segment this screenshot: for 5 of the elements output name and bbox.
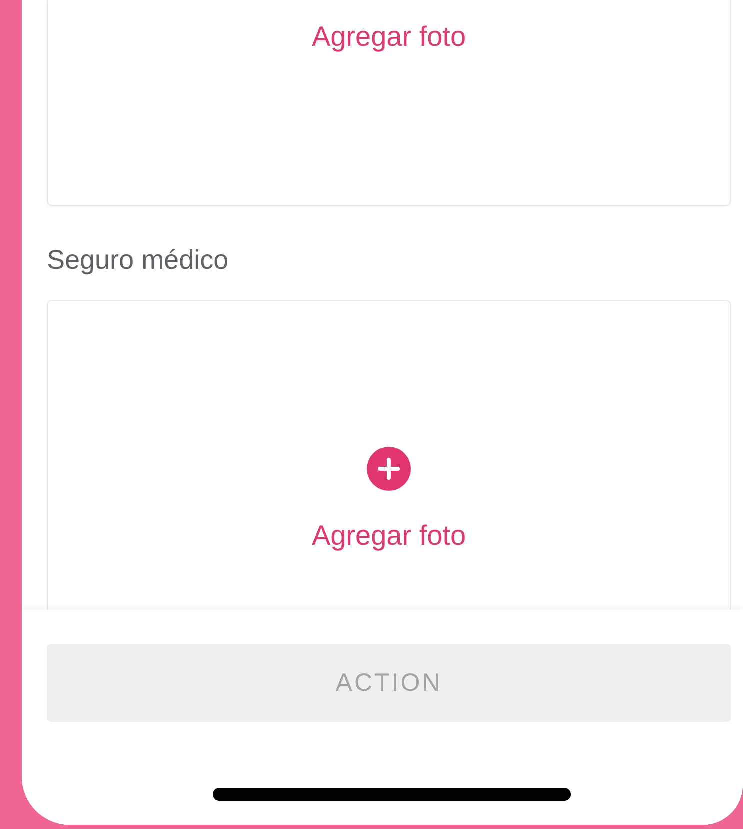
section-label: Seguro médico xyxy=(47,244,230,276)
add-photo-link[interactable]: Agregar foto xyxy=(312,20,466,54)
add-photo-link[interactable]: Agregar foto xyxy=(312,519,466,553)
add-icon[interactable] xyxy=(367,447,411,491)
photo-upload-card[interactable]: Agregar foto xyxy=(47,0,731,206)
